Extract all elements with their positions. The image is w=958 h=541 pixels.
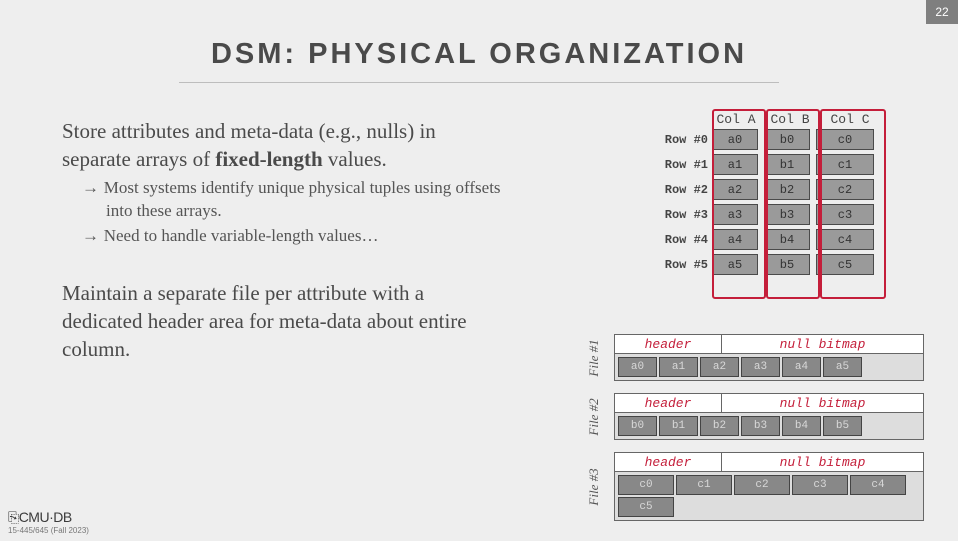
column-c-highlight (820, 109, 886, 299)
file-cell: c3 (792, 475, 848, 495)
para1-bold: fixed-length (215, 147, 322, 171)
file-cell: c4 (850, 475, 906, 495)
slide-title: DSM: PHYSICAL ORGANIZATION (0, 38, 958, 71)
file-cell: a2 (700, 357, 739, 377)
file-cell: a1 (659, 357, 698, 377)
file-header-header: header (615, 394, 722, 412)
footer: ⎘CMU·DB 15-445/645 (Fall 2023) (8, 509, 89, 535)
row-label: Row #0 (638, 133, 712, 147)
file-3: File #3 headernull bitmap c0 c1 c2 c3 c4… (588, 452, 924, 521)
column-a-highlight (712, 109, 766, 299)
file-cell: c1 (676, 475, 732, 495)
bullet-1-text: Most systems identify unique physical tu… (104, 178, 501, 220)
body-text: Store attributes and meta-data (e.g., nu… (62, 118, 502, 367)
files-area: File #1 headernull bitmap a0 a1 a2 a3 a4… (588, 334, 924, 533)
paragraph-1: Store attributes and meta-data (e.g., nu… (62, 118, 502, 173)
file-label: File #1 (586, 338, 602, 378)
file-cell: b0 (618, 416, 657, 436)
bullet-2: → Need to handle variable-length values… (62, 225, 502, 248)
row-label: Row #5 (638, 258, 712, 272)
file-cell: b3 (741, 416, 780, 436)
file-cell: b4 (782, 416, 821, 436)
file-cell: a5 (823, 357, 862, 377)
bullet-2-text: Need to handle variable-length values… (104, 226, 379, 245)
file-2: File #2 headernull bitmap b0 b1 b2 b3 b4… (588, 393, 924, 440)
footer-logo: ⎘CMU·DB (8, 509, 89, 526)
title-underline (179, 82, 779, 83)
file-cell: a3 (741, 357, 780, 377)
file-cell: b5 (823, 416, 862, 436)
file-1: File #1 headernull bitmap a0 a1 a2 a3 a4… (588, 334, 924, 381)
bullet-1: → Most systems identify unique physical … (62, 177, 502, 223)
paragraph-2: Maintain a separate file per attribute w… (62, 280, 502, 363)
page-number: 22 (926, 0, 958, 24)
row-label: Row #1 (638, 158, 712, 172)
file-label: File #3 (586, 467, 602, 507)
file-cell: b1 (659, 416, 698, 436)
para1-post: values. (323, 147, 387, 171)
file-cell: a4 (782, 357, 821, 377)
file-header-header: header (615, 335, 722, 353)
file-label: File #2 (586, 397, 602, 437)
file-header-nullbitmap: null bitmap (722, 335, 923, 353)
file-header-header: header (615, 453, 722, 471)
row-label: Row #3 (638, 208, 712, 222)
file-cell: a0 (618, 357, 657, 377)
footer-course: 15-445/645 (Fall 2023) (8, 526, 89, 535)
file-cell: b2 (700, 416, 739, 436)
file-cell: c5 (618, 497, 674, 517)
file-header-nullbitmap: null bitmap (722, 394, 923, 412)
file-cell: c0 (618, 475, 674, 495)
row-label: Row #2 (638, 183, 712, 197)
file-cell: c2 (734, 475, 790, 495)
column-b-highlight (766, 109, 820, 299)
file-header-nullbitmap: null bitmap (722, 453, 923, 471)
row-label: Row #4 (638, 233, 712, 247)
